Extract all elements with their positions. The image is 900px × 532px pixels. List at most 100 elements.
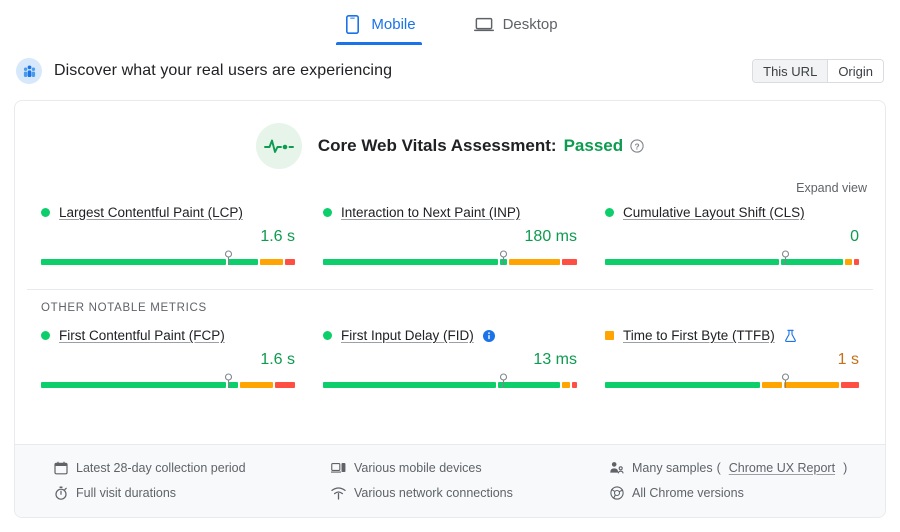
metric-cls-head: Cumulative Layout Shift (CLS) <box>605 205 859 220</box>
footer-link-suffix: ) <box>843 461 847 475</box>
metric-cls: Cumulative Layout Shift (CLS) 0 <box>591 205 873 267</box>
tab-mobile[interactable]: Mobile <box>336 8 421 45</box>
bar-segment-green <box>41 382 226 388</box>
status-square-orange-icon <box>605 331 614 340</box>
bar-segment-red <box>285 259 295 265</box>
pagespeed-field-data-panel: Mobile Desktop Discover what your real u… <box>0 0 900 532</box>
status-dot-green-icon <box>605 208 614 217</box>
status-dot-green-icon <box>41 331 50 340</box>
bar-segment-green <box>323 382 496 388</box>
stopwatch-icon <box>53 485 68 500</box>
bar-segment-orange <box>562 382 570 388</box>
metric-fcp: First Contentful Paint (FCP) 1.6 s <box>27 328 309 390</box>
samples-icon <box>609 460 624 475</box>
core-web-vitals-metrics: Largest Contentful Paint (LCP) 1.6 s <box>15 195 885 267</box>
metric-lcp-value: 1.6 s <box>41 228 295 248</box>
help-circle-icon[interactable]: ? <box>630 139 644 153</box>
pulse-icon <box>256 123 302 169</box>
footer-text: All Chrome versions <box>632 486 744 500</box>
assessment-status: Passed <box>564 136 624 156</box>
footer-item-chrome-versions: All Chrome versions <box>609 480 873 505</box>
phone-icon <box>342 14 362 34</box>
footer-column-2: Various mobile devices Various network c… <box>317 455 595 505</box>
footer-item-devices: Various mobile devices <box>331 455 595 480</box>
bar-segment-green <box>605 259 779 265</box>
collection-info-footer: Latest 28-day collection period Full vis… <box>15 444 885 517</box>
devices-icon <box>331 460 346 475</box>
metric-inp-head: Interaction to Next Paint (INP) <box>323 205 577 220</box>
metric-ttfb: Time to First Byte (TTFB) 1 s <box>591 328 873 390</box>
metric-fid-value: 13 ms <box>323 351 577 371</box>
metric-lcp-head: Largest Contentful Paint (LCP) <box>41 205 295 220</box>
footer-text: Many samples <box>632 461 713 475</box>
bar-segment-red <box>854 259 859 265</box>
metric-inp-bar <box>323 251 577 267</box>
bar-segment-orange <box>845 259 852 265</box>
scope-origin-button[interactable]: Origin <box>827 60 883 82</box>
bar-segment-orange <box>762 382 782 388</box>
metric-fid-label[interactable]: First Input Delay (FID) <box>341 328 474 343</box>
status-dot-green-icon <box>323 208 332 217</box>
assessment-title: Core Web Vitals Assessment: Passed ? <box>318 136 644 156</box>
metric-fcp-bar <box>41 374 295 390</box>
metric-ttfb-label[interactable]: Time to First Byte (TTFB) <box>623 328 775 343</box>
scope-this-url-button[interactable]: This URL <box>753 60 827 82</box>
svg-text:?: ? <box>635 141 640 151</box>
metric-fcp-label[interactable]: First Contentful Paint (FCP) <box>59 328 225 343</box>
metric-fcp-value: 1.6 s <box>41 351 295 371</box>
bar-segment-green-2 <box>781 259 843 265</box>
metric-inp: Interaction to Next Paint (INP) 180 ms <box>309 205 591 267</box>
footer-item-visit-durations: Full visit durations <box>53 480 317 505</box>
metric-inp-label[interactable]: Interaction to Next Paint (INP) <box>341 205 520 220</box>
footer-text: Latest 28-day collection period <box>76 461 246 475</box>
status-dot-green-icon <box>323 331 332 340</box>
bar-marker-pin-icon <box>781 250 790 271</box>
footer-text: Full visit durations <box>76 486 176 500</box>
bar-segment-red <box>572 382 577 388</box>
bar-segment-orange <box>509 259 560 265</box>
page-title: Discover what your real users are experi… <box>54 62 740 80</box>
bar-segment-green <box>323 259 498 265</box>
footer-item-samples: Many samples ( Chrome UX Report) <box>609 455 873 480</box>
metric-cls-label[interactable]: Cumulative Layout Shift (CLS) <box>623 205 805 220</box>
info-icon[interactable] <box>483 330 495 342</box>
bar-segment-orange <box>240 382 273 388</box>
expand-view-button[interactable]: Expand view <box>796 181 867 195</box>
metric-inp-value: 180 ms <box>323 228 577 248</box>
bar-marker-pin-icon <box>224 250 233 271</box>
core-web-vitals-assessment-header: Core Web Vitals Assessment: Passed ? <box>15 101 885 169</box>
bar-segment-red <box>275 382 295 388</box>
footer-link-prefix: ( <box>717 461 721 475</box>
footer-column-3: Many samples ( Chrome UX Report) All Chro… <box>595 455 873 505</box>
discover-header: Discover what your real users are experi… <box>0 48 900 94</box>
bar-marker-pin-icon <box>224 373 233 394</box>
laptop-icon <box>474 14 494 34</box>
footer-item-network: Various network connections <box>331 480 595 505</box>
other-notable-metrics: First Contentful Paint (FCP) 1.6 s <box>15 318 885 390</box>
users-avatar-icon <box>16 58 42 84</box>
metric-ttfb-bar <box>605 374 859 390</box>
bar-marker-pin-icon <box>781 373 790 394</box>
tab-mobile-label: Mobile <box>371 16 415 33</box>
tab-desktop[interactable]: Desktop <box>468 8 564 45</box>
footer-column-1: Latest 28-day collection period Full vis… <box>27 455 317 505</box>
metric-lcp-label[interactable]: Largest Contentful Paint (LCP) <box>59 205 243 220</box>
metric-ttfb-head: Time to First Byte (TTFB) <box>605 328 859 343</box>
tab-desktop-label: Desktop <box>503 16 558 33</box>
tab-active-underline <box>336 42 421 45</box>
metric-fid-head: First Input Delay (FID) <box>323 328 577 343</box>
bar-segment-orange <box>260 259 283 265</box>
bar-marker-pin-icon <box>499 373 508 394</box>
network-icon <box>331 485 346 500</box>
metric-ttfb-value: 1 s <box>605 351 859 371</box>
footer-item-collection-period: Latest 28-day collection period <box>53 455 317 480</box>
metric-lcp-bar <box>41 251 295 267</box>
experiment-icon[interactable] <box>784 329 797 343</box>
expand-view-row: Expand view <box>15 169 885 195</box>
bar-segment-green <box>41 259 226 265</box>
device-tab-bar: Mobile Desktop <box>0 0 900 48</box>
scope-toggle-group: This URL Origin <box>752 59 884 83</box>
chrome-ux-report-link[interactable]: Chrome UX Report <box>729 461 835 475</box>
field-data-card: Core Web Vitals Assessment: Passed ? Exp… <box>14 100 886 518</box>
chrome-icon <box>609 485 624 500</box>
